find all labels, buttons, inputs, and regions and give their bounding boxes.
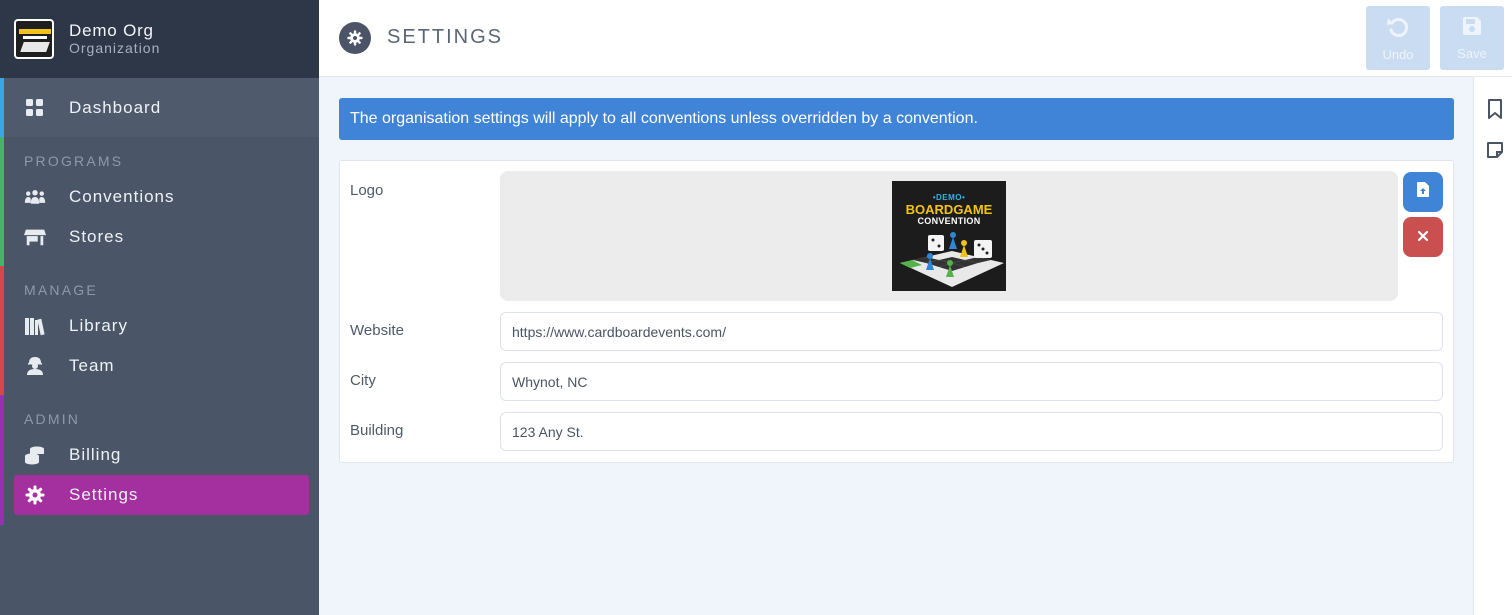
close-icon — [1417, 228, 1429, 246]
sidebar: Demo Org Organization Dashboard PROGRAMS… — [0, 0, 319, 615]
sidebar-item-conventions[interactable]: Conventions — [14, 177, 309, 217]
sidebar-item-stores[interactable]: Stores — [14, 217, 309, 257]
org-name: Demo Org — [69, 21, 154, 40]
section-label: ADMIN — [24, 411, 81, 427]
logo-subtitle-text: CONVENTION — [917, 216, 981, 226]
info-banner: The organisation settings will apply to … — [339, 98, 1454, 140]
building-input[interactable] — [500, 412, 1443, 451]
books-icon — [24, 315, 46, 337]
page-title: SETTINGS — [387, 26, 504, 48]
sidebar-item-label: Stores — [69, 227, 125, 246]
people-group-icon — [24, 186, 46, 208]
sidebar-item-label: Dashboard — [69, 97, 162, 117]
sidebar-item-label: Team — [69, 356, 115, 375]
save-icon — [1461, 15, 1483, 42]
sidebar-item-billing[interactable]: Billing — [14, 435, 309, 475]
settings-title-icon — [339, 22, 371, 54]
sidebar-item-library[interactable]: Library — [14, 306, 309, 346]
top-bar: SETTINGS Undo Save — [319, 0, 1512, 77]
file-upload-icon — [1417, 182, 1429, 202]
building-label: Building — [350, 422, 404, 439]
note-icon[interactable] — [1485, 139, 1505, 161]
city-label: City — [350, 372, 376, 389]
sidebar-item-team[interactable]: Team — [14, 346, 309, 386]
undo-icon — [1386, 14, 1410, 43]
gear-icon — [24, 484, 46, 506]
right-rail — [1473, 77, 1512, 615]
logo-image: •DEMO• BOARDGAME CONVENTION — [892, 181, 1006, 291]
website-label: Website — [350, 322, 404, 339]
sidebar-item-settings[interactable]: Settings — [14, 475, 309, 515]
logo-dropzone[interactable]: •DEMO• BOARDGAME CONVENTION — [500, 171, 1398, 301]
logo-demo-text: •DEMO• — [932, 193, 966, 202]
section-programs: PROGRAMS Conventions Stores — [0, 137, 319, 266]
bookmark-icon[interactable] — [1485, 98, 1505, 120]
org-logo — [14, 19, 54, 59]
section-admin: ADMIN Billing Settings — [0, 395, 319, 525]
coins-icon — [24, 444, 46, 466]
grid-icon — [24, 97, 46, 119]
section-label: PROGRAMS — [24, 153, 124, 169]
sidebar-item-label: Library — [69, 316, 128, 335]
section-manage: MANAGE Library Team — [0, 266, 319, 395]
settings-form: Logo •DEMO• BOARDGAME CONVENTION Website… — [339, 160, 1454, 463]
undo-label: Undo — [1382, 47, 1414, 62]
website-input[interactable] — [500, 312, 1443, 351]
sidebar-item-label: Settings — [69, 485, 139, 504]
org-type: Organization — [69, 40, 161, 56]
city-input[interactable] — [500, 362, 1443, 401]
save-label: Save — [1457, 46, 1487, 61]
save-button[interactable]: Save — [1440, 6, 1504, 70]
sidebar-item-label: Billing — [69, 445, 122, 464]
sidebar-item-dashboard[interactable]: Dashboard — [0, 78, 319, 137]
upload-logo-button[interactable] — [1403, 172, 1443, 212]
logo-title-text: BOARDGAME — [905, 202, 993, 217]
section-label: MANAGE — [24, 282, 98, 298]
worker-icon — [24, 355, 46, 377]
remove-logo-button[interactable] — [1403, 217, 1443, 257]
org-header[interactable]: Demo Org Organization — [0, 0, 319, 78]
undo-button[interactable]: Undo — [1366, 6, 1430, 70]
logo-label: Logo — [350, 182, 384, 199]
sidebar-item-label: Conventions — [69, 187, 175, 206]
store-icon — [24, 226, 46, 248]
